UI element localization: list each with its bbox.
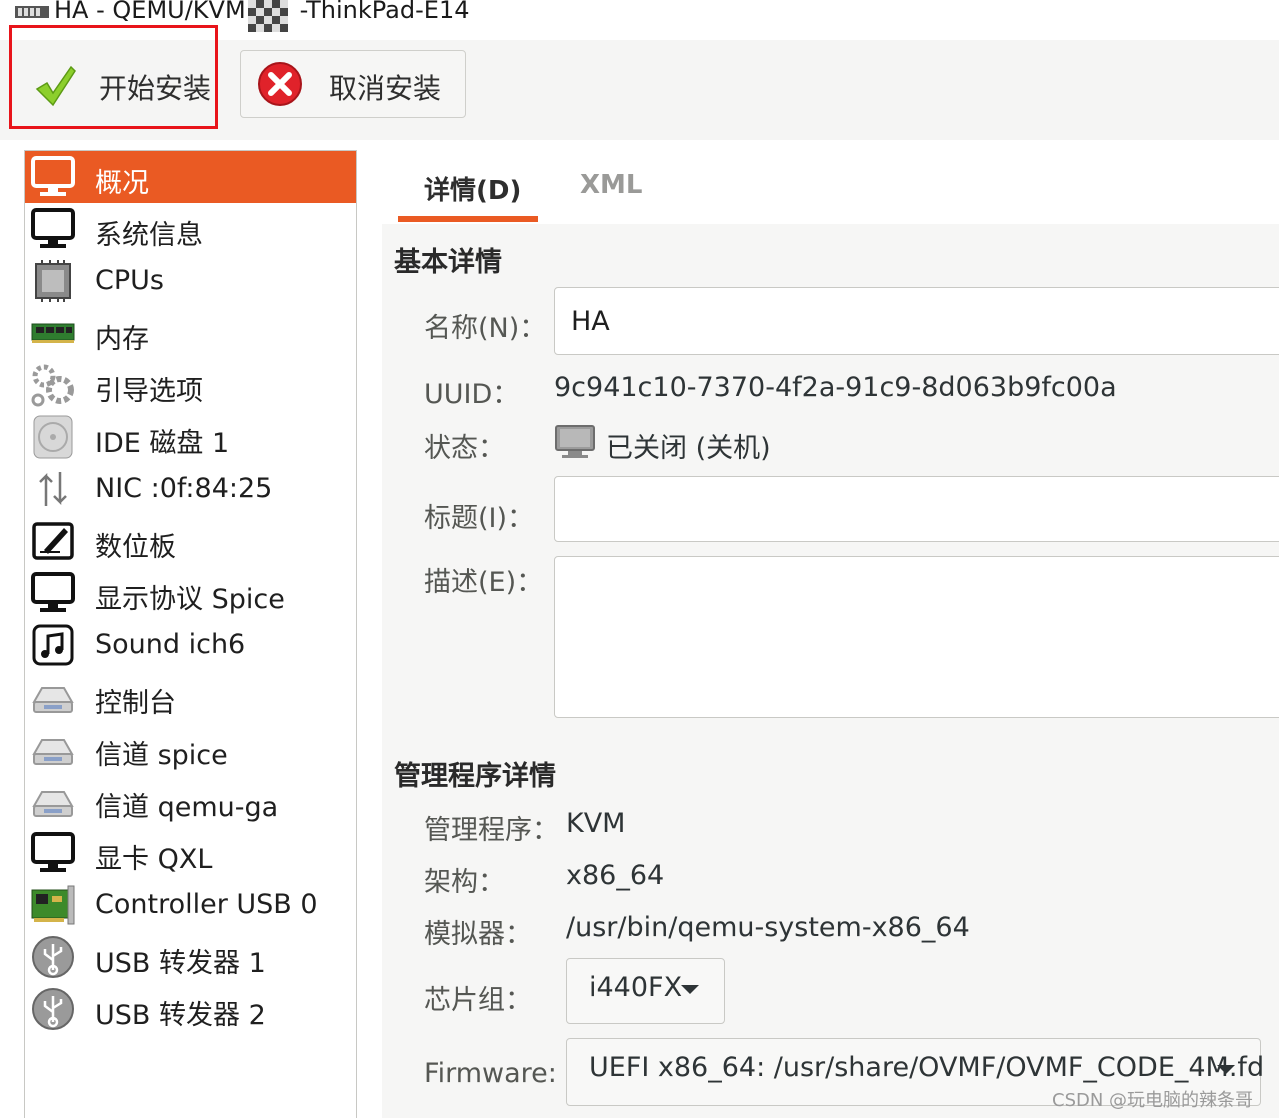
usb-icon	[32, 988, 74, 1030]
sidebar-item-cpus[interactable]: CPUs	[25, 255, 356, 307]
status-value: 已关闭 (关机)	[606, 433, 771, 464]
pci-card-icon	[31, 885, 75, 925]
title-label: 标题(I)：	[424, 503, 535, 534]
name-label: 名称(N)：	[424, 313, 547, 344]
hypervisor-value: KVM	[566, 808, 626, 839]
sidebar-item-channel-qemu-ga[interactable]: 信道 qemu-ga	[25, 775, 356, 827]
monitor-icon	[31, 572, 75, 612]
hypervisor-details-heading: 管理程序详情	[394, 761, 556, 792]
sidebar-item-memory[interactable]: 内存	[25, 307, 356, 359]
tab-bar: 详情(D) XML	[382, 150, 1279, 225]
monitor-icon	[31, 156, 75, 196]
emulator-value: /usr/bin/qemu-system-x86_64	[566, 912, 970, 943]
sidebar-item-usb-redirector-2[interactable]: USB 转发器 2	[25, 983, 356, 1035]
sidebar-item-system-info[interactable]: 系统信息	[25, 203, 356, 255]
cpu-icon	[35, 260, 71, 302]
tab-details[interactable]: 详情(D)	[424, 170, 521, 207]
name-input[interactable]	[555, 288, 1279, 354]
sidebar-item-sound[interactable]: Sound ich6	[25, 619, 356, 671]
architecture-label: 架构：	[424, 867, 505, 898]
serial-icon	[32, 791, 74, 817]
hypervisor-label: 管理程序：	[424, 815, 559, 846]
title-input[interactable]	[555, 477, 1279, 541]
architecture-value: x86_64	[566, 860, 665, 891]
virt-manager-icon	[15, 6, 49, 18]
description-textarea[interactable]	[555, 557, 1279, 717]
tab-xml[interactable]: XML	[580, 170, 643, 200]
active-tab-indicator	[398, 216, 538, 222]
vm-shutoff-icon	[555, 425, 595, 458]
sidebar-item-controller-usb[interactable]: Controller USB 0	[25, 879, 356, 931]
cancel-icon	[258, 62, 302, 106]
description-field[interactable]	[554, 556, 1279, 718]
sound-icon	[32, 624, 74, 666]
firmware-value: UEFI x86_64: /usr/share/OVMF/OVMF_CODE_4…	[589, 1052, 1265, 1083]
sidebar-item-overview[interactable]: 概况	[25, 151, 356, 203]
basic-details-heading: 基本详情	[394, 247, 502, 278]
sidebar-item-channel-spice[interactable]: 信道 spice	[25, 723, 356, 775]
redacted-mosaic	[248, 0, 288, 32]
cancel-install-label: 取消安装	[329, 72, 442, 105]
chevron-down-icon	[681, 985, 699, 994]
uuid-label: UUID：	[424, 379, 520, 410]
chipset-value: i440FX	[589, 972, 683, 1003]
title-bar: HA - QEMU/KVM -ThinkPad-E14	[0, 0, 1279, 32]
sidebar-item-nic[interactable]: NIC :0f:84:25	[25, 463, 356, 515]
sidebar-item-console[interactable]: 控制台	[25, 671, 356, 723]
details-panel: 基本详情 名称(N)： UUID： 9c941c10-7370-4f2a-91c…	[382, 224, 1279, 1118]
name-field[interactable]	[554, 287, 1279, 355]
chevron-down-icon	[1217, 1065, 1235, 1074]
sidebar-item-boot-options[interactable]: 引导选项	[25, 359, 356, 411]
serial-icon	[32, 687, 74, 713]
description-label: 描述(E)：	[424, 567, 544, 598]
network-icon	[39, 472, 67, 506]
sidebar-item-tablet[interactable]: 数位板	[25, 515, 356, 567]
disk-icon	[33, 415, 73, 459]
serial-icon	[32, 739, 74, 765]
firmware-label: Firmware:	[424, 1058, 557, 1089]
sidebar-item-video-qxl[interactable]: 显卡 QXL	[25, 827, 356, 879]
status-label: 状态：	[424, 433, 505, 464]
monitor-icon	[31, 208, 75, 248]
sidebar-item-ide-disk[interactable]: IDE 磁盘 1	[25, 411, 356, 463]
usb-icon	[32, 936, 74, 978]
chipset-label: 芯片组：	[424, 985, 532, 1016]
sidebar-item-display-spice[interactable]: 显示协议 Spice	[25, 567, 356, 619]
sidebar-item-usb-redirector-1[interactable]: USB 转发器 1	[25, 931, 356, 983]
emulator-label: 模拟器：	[424, 919, 532, 950]
watermark: CSDN @玩电脑的辣条哥	[1052, 1090, 1254, 1111]
chipset-dropdown[interactable]: i440FX	[566, 958, 725, 1024]
memory-icon	[31, 323, 75, 343]
gears-icon	[31, 364, 74, 407]
highlight-box	[9, 25, 218, 129]
hardware-list: 概况 系统信息 CPUs 内存 引导选项 IDE 磁盘 1 NIC :0f:84…	[24, 150, 357, 1118]
monitor-icon	[31, 832, 75, 872]
uuid-value: 9c941c10-7370-4f2a-91c9-8d063b9fc00a	[554, 372, 1117, 403]
cancel-install-button[interactable]: 取消安装	[240, 50, 466, 118]
tablet-icon	[32, 522, 74, 560]
title-field[interactable]	[554, 476, 1279, 542]
